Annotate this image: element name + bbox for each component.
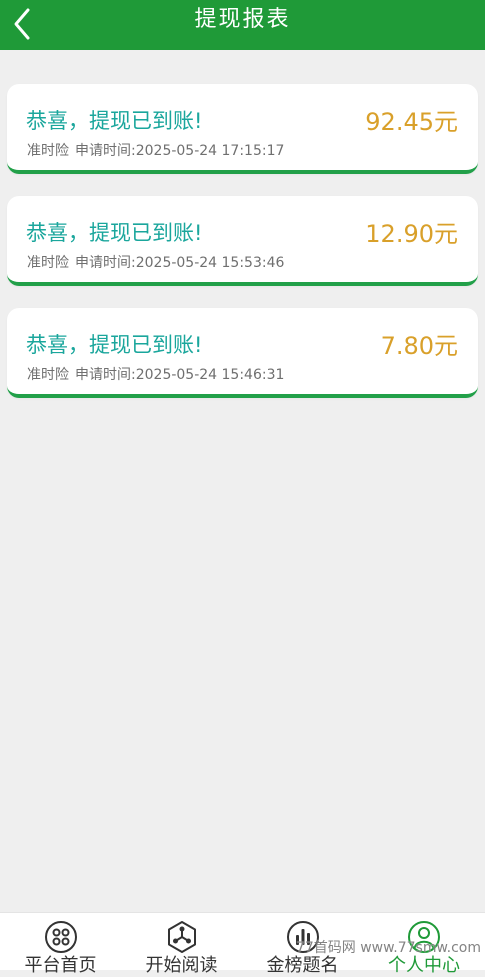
record-apply-time: 申请时间:2025-05-24 17:15:17 xyxy=(75,143,285,159)
withdraw-record-card: 恭喜，提现已到账! 12.90元 准时险 申请时间:2025-05-24 15:5… xyxy=(7,196,478,286)
tab-label: 开始阅读 xyxy=(145,955,218,976)
tab-label: 平台首页 xyxy=(24,955,97,976)
site-watermark: 77首码网 www.77smw.com xyxy=(295,940,481,956)
record-source: 准时险 xyxy=(27,367,69,383)
record-meta: 准时险 申请时间:2025-05-24 15:53:46 xyxy=(27,254,284,272)
record-apply-time: 申请时间:2025-05-24 15:46:31 xyxy=(75,367,285,383)
record-source: 准时险 xyxy=(27,143,69,159)
withdraw-record-card: 恭喜，提现已到账! 92.45元 准时险 申请时间:2025-05-24 17:1… xyxy=(7,84,478,174)
record-source: 准时险 xyxy=(27,255,69,271)
page-title: 提现报表 xyxy=(194,7,291,32)
record-title: 恭喜，提现已到账! xyxy=(26,109,203,133)
record-amount: 7.80元 xyxy=(380,332,458,360)
tab-label: 金榜题名 xyxy=(266,955,339,976)
record-amount: 12.90元 xyxy=(365,220,458,248)
record-meta: 准时险 申请时间:2025-05-24 17:15:17 xyxy=(27,142,284,160)
hexagon-network-icon xyxy=(167,921,196,953)
record-meta: 准时险 申请时间:2025-05-24 15:46:31 xyxy=(27,366,284,384)
record-title: 恭喜，提现已到账! xyxy=(26,221,203,245)
record-apply-time: 申请时间:2025-05-24 15:53:46 xyxy=(75,255,285,271)
tab-start-reading[interactable]: 开始阅读 xyxy=(121,913,242,976)
app-header: 提现报表 xyxy=(0,0,485,50)
grid-circle-icon xyxy=(44,921,77,953)
withdraw-record-card: 恭喜，提现已到账! 7.80元 准时险 申请时间:2025-05-24 15:46… xyxy=(7,308,478,398)
record-title: 恭喜，提现已到账! xyxy=(26,333,203,357)
tab-label: 个人中心 xyxy=(388,955,460,976)
record-amount: 92.45元 xyxy=(365,108,458,136)
tab-platform-home[interactable]: 平台首页 xyxy=(0,913,121,976)
